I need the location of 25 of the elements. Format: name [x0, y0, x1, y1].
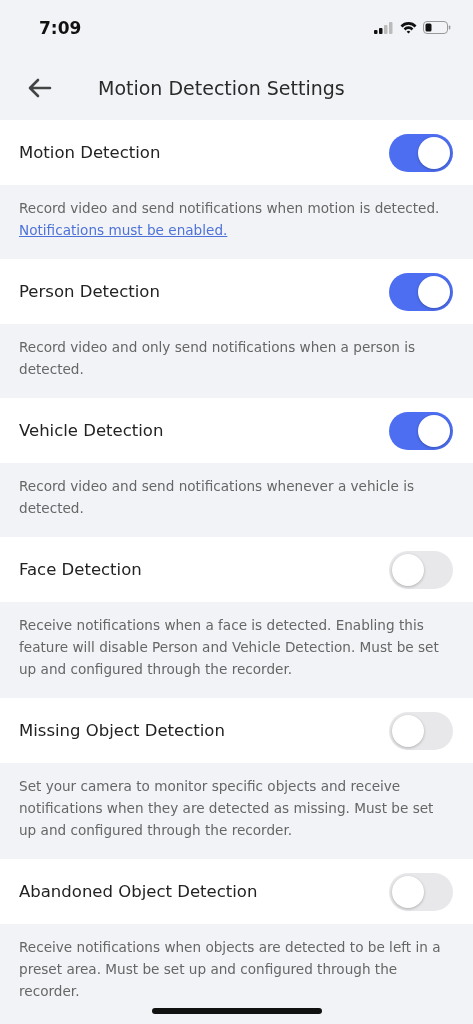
toggle-switch[interactable]	[389, 272, 453, 311]
toggle-switch[interactable]	[389, 711, 453, 750]
setting-description: Set your camera to monitor specific objects and receive notifications when they are detected as missing. Must be set up and configured through the recorder.	[18, 777, 435, 840]
setting-description: Receive notifications when objects are detected to be left in a preset area. Must be set up and configured through the recorder.	[18, 938, 442, 1001]
setting-description: Receive notifications when a face is detected. Enabling this feature will disable Person and Vehicle Detection. Must be set up and configured through the recorder.	[18, 616, 440, 679]
wifi-icon	[400, 21, 417, 34]
setting-label: Abandoned Object Detection	[19, 882, 258, 901]
setting-description: Record video and only send notifications when a person is detected.	[18, 338, 417, 379]
status-time: 7:09	[39, 17, 82, 38]
toggle-switch[interactable]	[389, 550, 453, 589]
setting-label: Motion Detection	[19, 143, 161, 162]
setting-description: Record video and send notifications when motion is detected. Notifications must be enabled.	[18, 199, 441, 240]
setting-description: Record video and send notifications whenever a vehicle is detected.	[18, 477, 416, 518]
page-title: Motion Detection Settings	[98, 76, 345, 99]
back-arrow-icon[interactable]	[28, 77, 52, 98]
signal-icon	[374, 21, 394, 34]
battery-icon	[423, 21, 451, 34]
toggle-switch[interactable]	[389, 411, 453, 450]
toggle-switch[interactable]	[389, 872, 453, 911]
setting-label: Face Detection	[19, 560, 142, 579]
setting-label: Missing Object Detection	[19, 721, 225, 740]
notifications-link[interactable]: Notifications must be enabled.	[19, 222, 228, 238]
toggle-switch[interactable]	[389, 133, 453, 172]
setting-label: Person Detection	[19, 282, 160, 301]
setting-label: Vehicle Detection	[19, 421, 164, 440]
